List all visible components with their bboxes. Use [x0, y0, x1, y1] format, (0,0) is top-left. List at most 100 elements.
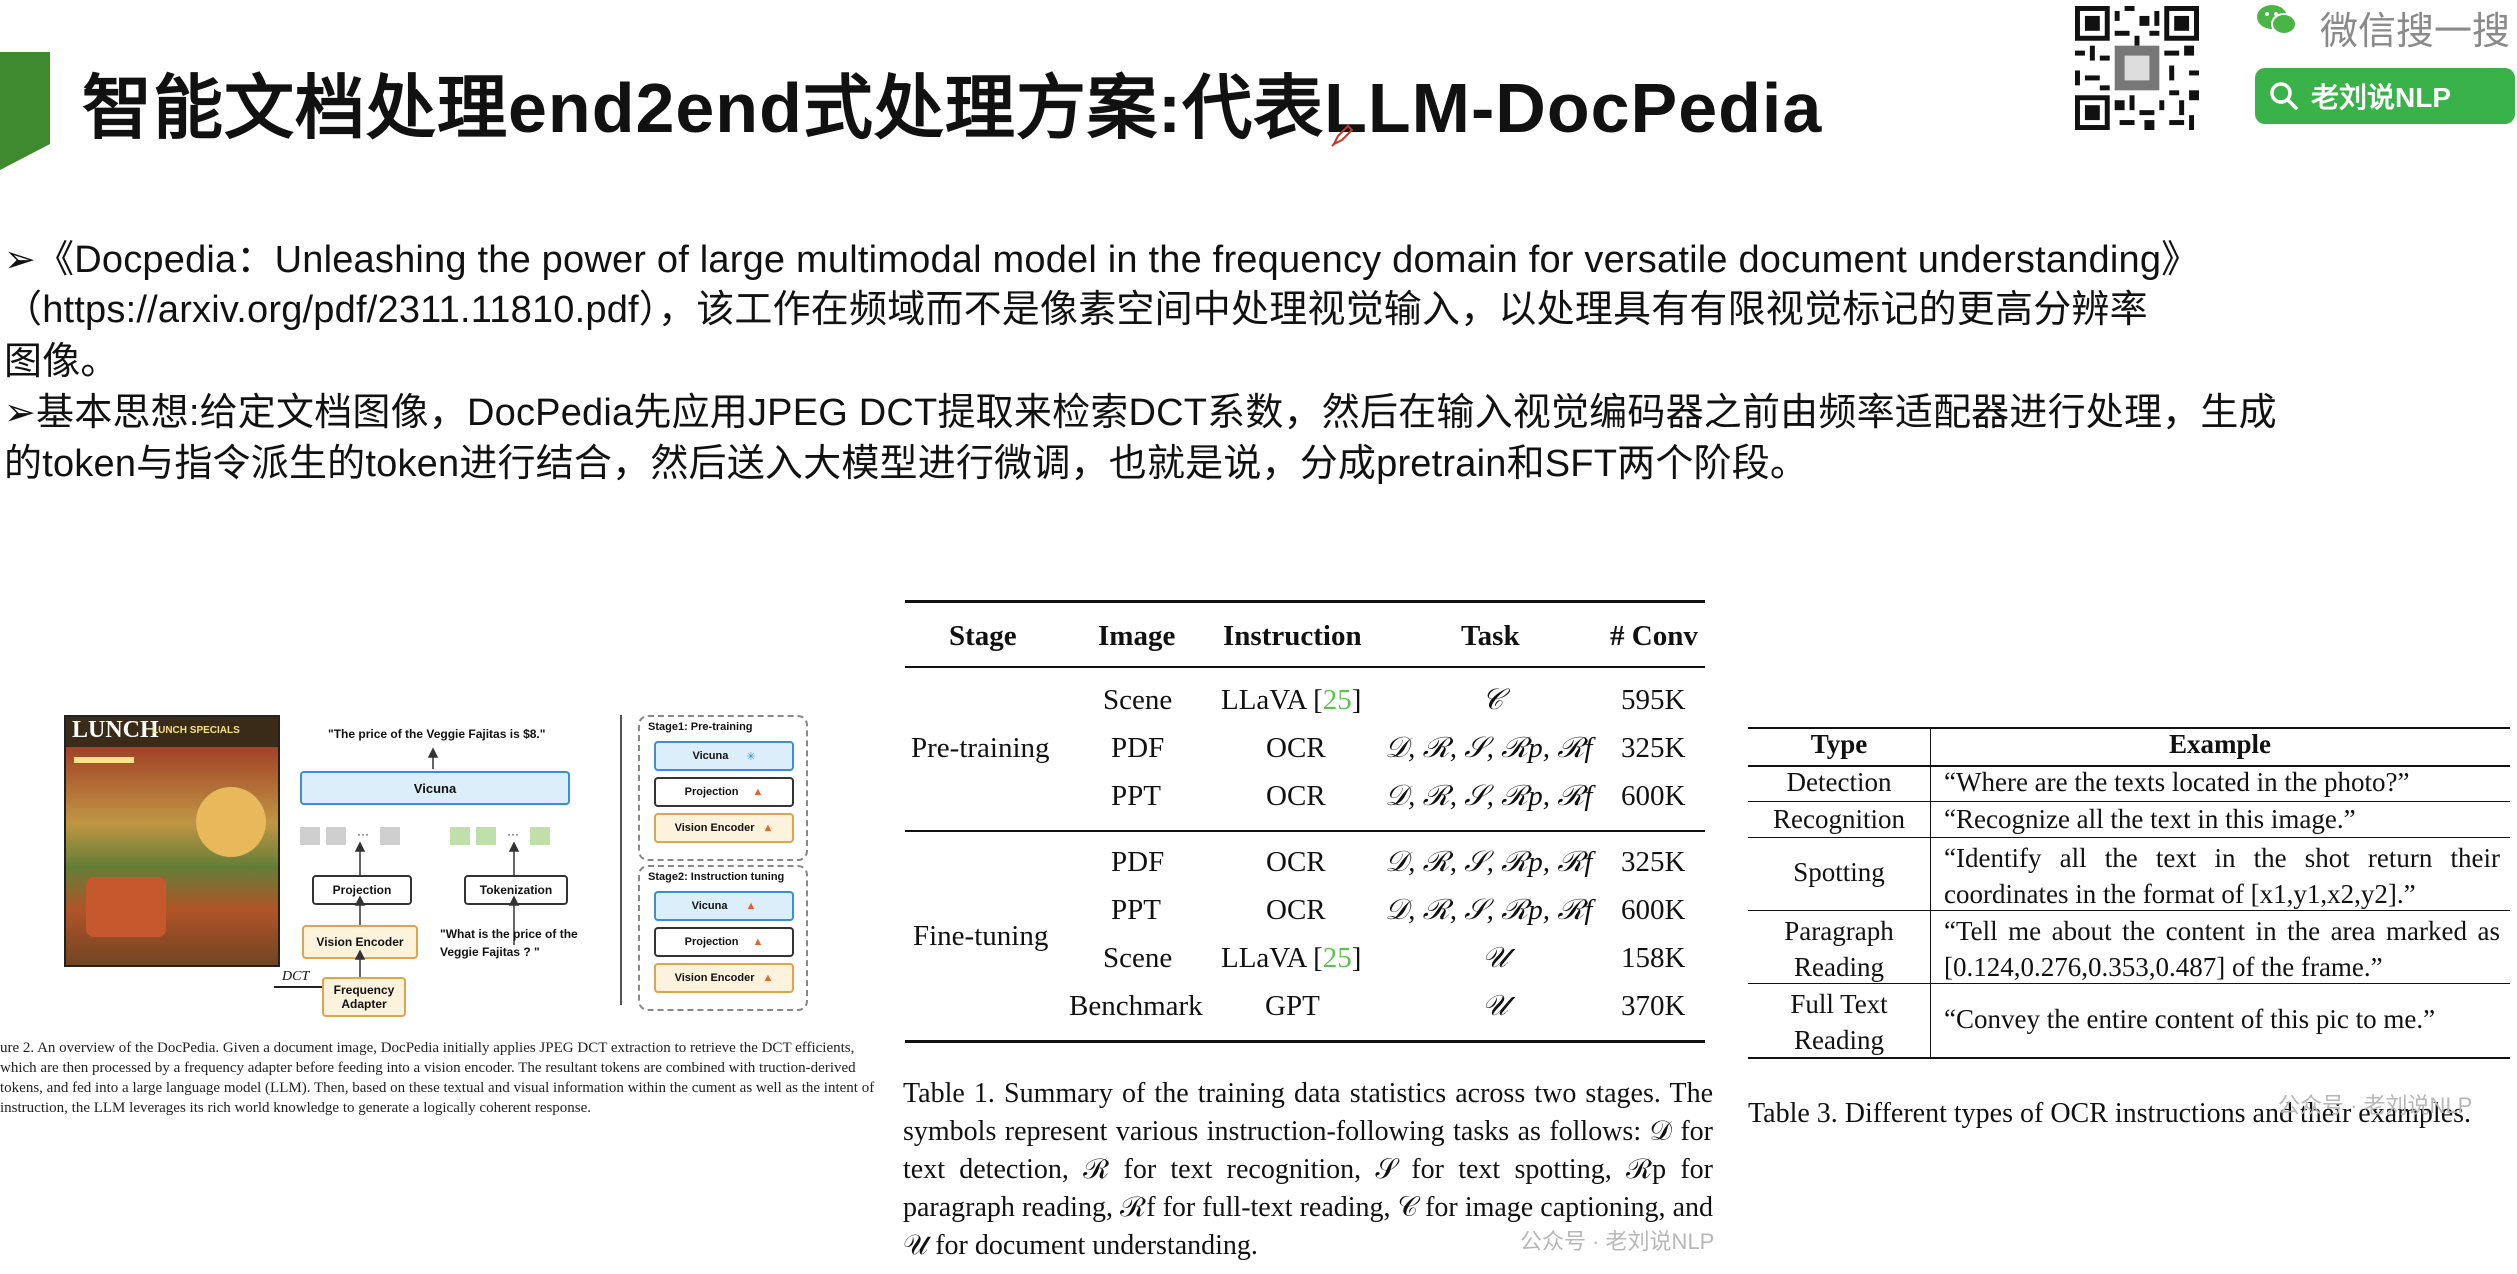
table1-cell-conv: 595K — [1621, 684, 1686, 716]
table1-header-rule — [905, 666, 1705, 668]
table1-header-image: Image — [1098, 620, 1176, 652]
stage2-vision-encoder: Vision Encoder ▲ — [654, 963, 794, 993]
table3-cell-type: Recognition — [1773, 804, 1905, 834]
table3-cell-type: Detection — [1786, 767, 1892, 797]
qr-code-icon — [2075, 6, 2199, 130]
trainable-flame-icon: ▲ — [762, 972, 774, 984]
table1-header-task: Task — [1461, 620, 1520, 652]
table1-cell-instruction: GPT — [1265, 990, 1320, 1022]
trainable-flame-icon: ▲ — [752, 786, 764, 798]
table1-cell-task: 𝒰 — [1482, 942, 1509, 974]
table1-cell-task: 𝒟, ℛ, 𝒮, ℛp, ℛf — [1385, 732, 1593, 764]
prompt-text: "What is the price of the Veggie Fajitas… — [440, 927, 578, 959]
table1-stage-pretraining: Pre-training — [911, 732, 1050, 764]
table3-header-type: Type — [1810, 729, 1868, 759]
stage2-vicuna-label: Vicuna — [691, 900, 728, 912]
table1: Stage Image Instruction Task # Conv Pre-… — [905, 600, 1705, 1050]
stage1-vicuna: Vicuna ✳ — [654, 741, 794, 771]
intro-line-4: ➢基本思想:给定文档图像，DocPedia先应用JPEG DCT提取来检索DCT… — [4, 392, 2277, 434]
trainable-flame-icon: ▲ — [752, 936, 764, 948]
search-button-label: 老刘说NLP — [2311, 82, 2452, 113]
table3-header-example: Example — [2168, 729, 2271, 759]
figure-divider — [620, 715, 622, 1005]
table1-cell-image: Scene — [1103, 942, 1173, 974]
table1-cell-task: 𝒟, ℛ, 𝒮, ℛp, ℛf — [1385, 894, 1593, 926]
menu-title: LUNCH — [72, 717, 159, 743]
stage2-projection: Projection ▲ — [654, 927, 794, 957]
table1-cell-task: 𝒞 — [1482, 684, 1504, 716]
stage2-vicuna: Vicuna ▲ — [654, 891, 794, 921]
title-accent-flag — [0, 52, 50, 170]
table1-cell-task: 𝒟, ℛ, 𝒮, ℛp, ℛf — [1385, 780, 1593, 812]
figure2-caption: ure 2. An overview of the DocPedia. Give… — [0, 1040, 875, 1116]
citation-link[interactable]: 25 — [1323, 684, 1352, 716]
menu-plate-photo — [196, 787, 266, 857]
stage2-label: Stage2: Instruction tuning — [648, 871, 785, 883]
intro-line-5: 的token与指令派生的token进行结合，然后送入大模型进行微调，也就是说，分… — [4, 443, 1809, 485]
stage1-label: Stage1: Pre-training — [648, 721, 753, 733]
table1-cell-image: PPT — [1111, 894, 1161, 926]
table1-mid-rule — [905, 830, 1705, 832]
stage2-panel: Stage2: Instruction tuning Vicuna ▲ Proj… — [638, 865, 808, 1011]
trainable-flame-icon: ▲ — [745, 900, 757, 912]
table1-cell-image: PDF — [1111, 732, 1165, 764]
table1-cell-task: 𝒟, ℛ, 𝒮, ℛp, ℛf — [1385, 846, 1593, 878]
watermark: 公众号 · 老刘说NLP — [1520, 1229, 1715, 1254]
menu-subtitle: LUNCH SPECIALS — [152, 725, 240, 736]
table3-cell-type: Paragraph Reading — [1784, 916, 1894, 982]
table1-cell-task: 𝒰 — [1482, 990, 1509, 1022]
table3-cell-example: “Where are the texts located in the phot… — [1944, 767, 2410, 797]
wechat-search-button[interactable]: 老刘说NLP — [2255, 68, 2515, 124]
stage2-vision-encoder-label: Vision Encoder — [674, 972, 755, 984]
table1-cell-image: Benchmark — [1069, 990, 1203, 1022]
intro-line-2: （https://arxiv.org/pdf/2311.11810.pdf），该… — [4, 289, 2148, 331]
search-icon — [2270, 82, 2298, 110]
table3-cell-example: “Tell me about the content in the area m… — [1944, 916, 2500, 982]
table1-header-conv: # Conv — [1610, 620, 1698, 652]
pen-cursor-icon — [1331, 124, 1354, 147]
intro-line-3: 图像。 — [4, 341, 119, 383]
menu-dish-photo — [86, 877, 166, 937]
table1-cell-instruction: LLaVA [25] — [1221, 684, 1362, 716]
trainable-flame-icon: ▲ — [762, 822, 774, 834]
table3-cell-example: “Convey the entire content of this pic t… — [1944, 1004, 2436, 1034]
frozen-snowflake-icon: ✳ — [746, 750, 756, 763]
table1-cell-conv: 325K — [1621, 846, 1686, 878]
page-title: 智能文档处理end2end式处理方案:代表LLM-DocPedia — [82, 69, 1823, 147]
stage1-projection: Projection ▲ — [654, 777, 794, 807]
wechat-search-label: 微信搜一搜 — [2320, 11, 2511, 53]
citation-link[interactable]: 25 — [1323, 942, 1352, 974]
table1-cell-instruction: OCR — [1266, 894, 1326, 926]
intro-line-1: ➢《Docpedia：Unleashing the power of large… — [4, 239, 2200, 281]
stage1-vision-encoder-label: Vision Encoder — [674, 822, 755, 834]
menu-image: LUNCH LUNCH SPECIALS — [64, 715, 280, 967]
table1-header-stage: Stage — [949, 620, 1017, 652]
answer-text: "The price of the Veggie Fajitas is $8." — [328, 727, 546, 741]
table1-bottom-rule — [905, 1040, 1705, 1043]
table1-cell-conv: 370K — [1621, 990, 1686, 1022]
frequency-adapter-box: Frequency Adapter — [322, 977, 406, 1017]
stage1-panel: Stage1: Pre-training Vicuna ✳ Projection… — [638, 715, 808, 861]
table1-cell-instruction: LLaVA [25] — [1221, 942, 1362, 974]
table3: Type Example Detection “Where are the te… — [1748, 727, 2510, 1067]
wechat-icon — [2257, 5, 2297, 35]
table1-cell-instruction: OCR — [1266, 732, 1326, 764]
stage2-projection-label: Projection — [684, 936, 739, 948]
table1-cell-image: PPT — [1111, 780, 1161, 812]
table1-cell-conv: 158K — [1621, 942, 1686, 974]
table1-cell-conv: 325K — [1621, 732, 1686, 764]
stage1-vicuna-label: Vicuna — [692, 750, 729, 762]
table1-stage-finetuning: Fine-tuning — [913, 920, 1049, 952]
table1-cell-instruction: OCR — [1266, 780, 1326, 812]
table1-cell-instruction: OCR — [1266, 846, 1326, 878]
stage1-vision-encoder: Vision Encoder ▲ — [654, 813, 794, 843]
table3-cell-type: Full Text Reading — [1790, 989, 1888, 1055]
table3-cell-type: Spotting — [1793, 857, 1885, 887]
table1-top-rule — [905, 600, 1705, 603]
table1-cell-conv: 600K — [1621, 780, 1686, 812]
stage1-projection-label: Projection — [684, 786, 739, 798]
docpedia-architecture-figure: LUNCH LUNCH SPECIALS DCT Frequency Adapt… — [60, 715, 808, 1017]
table3-cell-example: “Identify all the text in the shot retur… — [1944, 843, 2500, 909]
table1-cell-image: PDF — [1111, 846, 1165, 878]
table1-header-instruction: Instruction — [1223, 620, 1362, 652]
